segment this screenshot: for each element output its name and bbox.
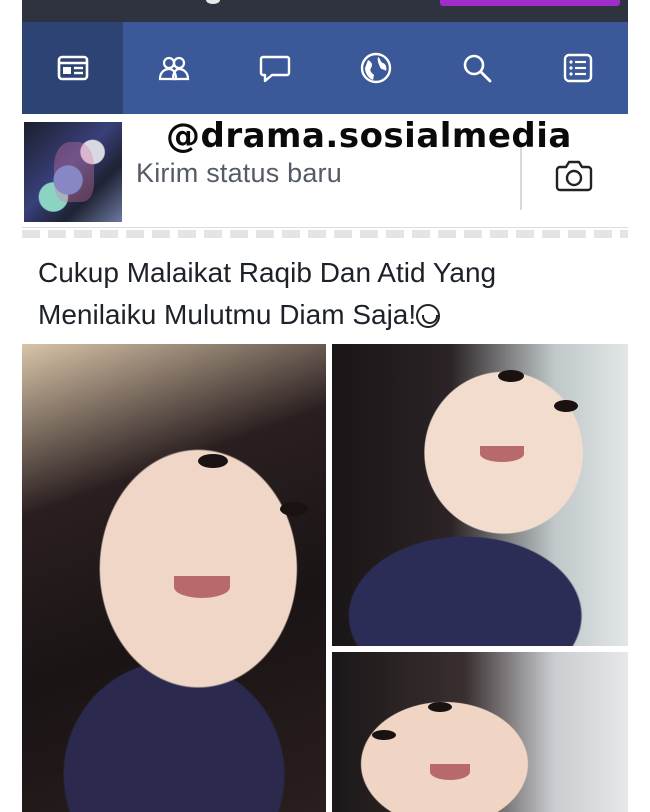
post-photo-1[interactable] [22,344,326,812]
photo-detail [372,730,396,740]
post-photo-3[interactable] [332,652,628,812]
camera-icon [555,160,593,192]
avatar[interactable] [24,122,122,222]
friends-icon [158,56,189,81]
photo-detail [554,400,578,412]
post-photo-2[interactable] [332,344,628,646]
photo-detail [280,502,308,516]
globe-icon [360,52,391,84]
previous-post-edge [22,230,628,238]
photo-detail [430,764,470,780]
photo-detail [428,702,452,712]
top-action-button[interactable] [440,0,620,6]
top-nav-bar [22,22,628,114]
screenshot: Kirim status baru @drama.sosialmedia Cuk… [0,0,650,812]
nav-tab-friends[interactable] [123,22,224,114]
grinning-face-emoji-icon [416,304,441,328]
chat-bubble-icon [259,55,290,83]
nav-tab-notifications[interactable] [325,22,426,114]
camera-button[interactable] [552,158,596,194]
photo-detail [480,446,524,462]
news-feed-icon [57,55,88,81]
nav-tab-messages[interactable] [224,22,325,114]
photo-detail [198,454,228,468]
watermark-text: @drama.sosialmedia [166,116,572,156]
nav-tab-search[interactable] [426,22,527,114]
nav-tab-news-feed[interactable] [22,22,123,114]
photo-detail [498,370,524,382]
list-menu-icon [563,53,592,83]
post-text: Cukup Malaikat Raqib Dan Atid Yang Menil… [38,252,618,336]
search-icon [463,54,491,83]
nav-tab-menu[interactable] [527,22,628,114]
status-input[interactable]: Kirim status baru [136,158,342,189]
photo-detail [174,576,230,598]
